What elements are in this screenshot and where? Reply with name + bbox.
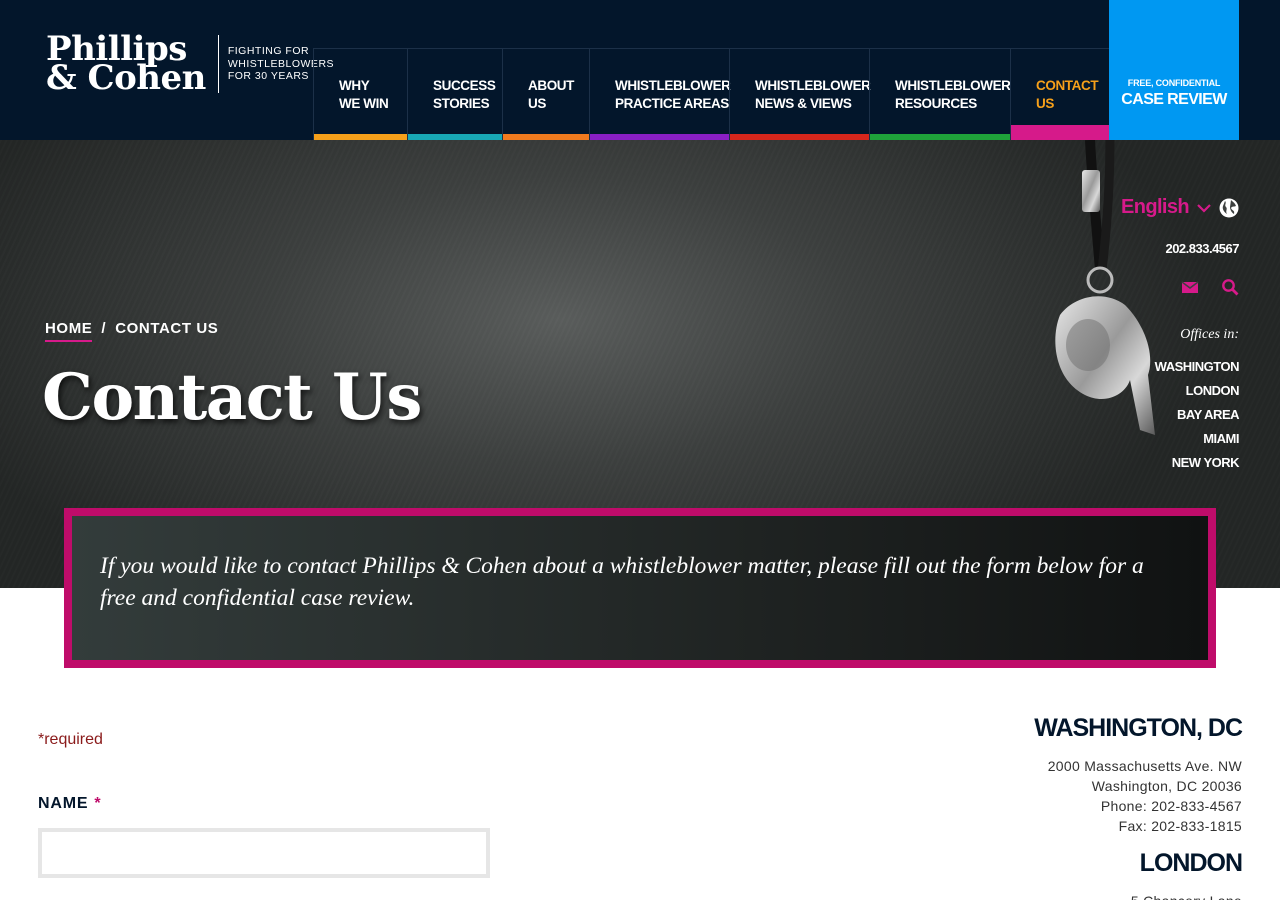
nav-color-bar — [1011, 125, 1109, 140]
intro-callout: If you would like to contact Phillips & … — [64, 508, 1216, 668]
office-address-line: 2000 Massachusetts Ave. NW — [1047, 758, 1242, 774]
nav-item-news-views[interactable]: WHISTLEBLOWER NEWS & VIEWS — [729, 48, 871, 140]
page-title: Contact Us — [42, 360, 422, 435]
office-address-washington: WASHINGTON, DC 2000 Massachusetts Ave. N… — [1034, 714, 1243, 836]
office-phone[interactable]: Phone: 202-833-4567 — [1034, 796, 1242, 816]
breadcrumb-separator: / — [101, 320, 107, 337]
office-link-miami[interactable]: MIAMI — [1155, 427, 1239, 451]
nav-label-line1: SUCCESS — [433, 78, 496, 93]
nav-label-line2: US — [528, 96, 546, 111]
nav-label-line1: WHY — [339, 78, 370, 93]
main-nav: WHY WE WIN SUCCESS STORIES ABOUT US WHIS… — [313, 48, 1109, 140]
name-label-text: NAME — [38, 795, 89, 812]
nav-item-success-stories[interactable]: SUCCESS STORIES — [407, 48, 502, 140]
nav-label-line1: ABOUT — [528, 78, 574, 93]
nav-label-line2: STORIES — [433, 96, 490, 111]
nav-item-resources[interactable]: WHISTLEBLOWER RESOURCES — [869, 48, 1011, 140]
office-link-london[interactable]: LONDON — [1155, 379, 1240, 403]
nav-label-line1: WHISTLEBLOWER — [615, 78, 731, 93]
offices-list: WASHINGTON LONDON BAY AREA MIAMI NEW YOR… — [1155, 355, 1240, 475]
name-input[interactable] — [38, 828, 490, 878]
search-icon[interactable] — [1221, 278, 1239, 296]
intro-callout-inner: If you would like to contact Phillips & … — [72, 516, 1208, 660]
logo-divider — [217, 35, 219, 93]
required-note: *required — [38, 731, 103, 748]
office-heading: WASHINGTON, DC — [1034, 714, 1243, 742]
site-header: Phillips & Cohen FIGHTING FOR WHISTLEBLO… — [0, 0, 1280, 140]
logo-name-line2: & Cohen — [46, 58, 206, 98]
office-link-washington[interactable]: WASHINGTON — [1155, 355, 1240, 379]
chevron-down-icon — [1197, 200, 1211, 216]
breadcrumb-current: CONTACT US — [115, 320, 219, 337]
site-logo[interactable]: Phillips & Cohen FIGHTING FOR WHISTLEBLO… — [46, 32, 334, 98]
case-review-small-label: FREE, CONFIDENTIAL — [1127, 78, 1221, 88]
offices-title: Offices in: — [1180, 327, 1239, 342]
case-review-button[interactable]: FREE, CONFIDENTIAL CASE REVIEW — [1109, 0, 1239, 140]
intro-callout-text: If you would like to contact Phillips & … — [100, 553, 1144, 611]
globe-icon — [1219, 198, 1239, 217]
nav-item-about-us[interactable]: ABOUT US — [502, 48, 589, 140]
nav-label-line2: PRACTICE AREAS — [615, 96, 729, 111]
office-address-line: 5 Chancery Lane — [1131, 891, 1242, 900]
nav-label-line2: NEWS & VIEWS — [755, 96, 852, 111]
logo-wordmark: Phillips & Cohen — [46, 32, 206, 98]
hero-utility-icons — [1181, 278, 1239, 296]
case-review-big-label: CASE REVIEW — [1121, 91, 1227, 108]
breadcrumb: HOME / CONTACT US — [45, 320, 218, 342]
nav-item-practice-areas[interactable]: WHISTLEBLOWER PRACTICE AREAS — [589, 48, 731, 140]
breadcrumb-home-link[interactable]: HOME — [45, 320, 93, 342]
office-fax: Fax: 202-833-1815 — [1118, 818, 1242, 834]
nav-label-line1: CONTACT — [1036, 78, 1099, 93]
name-field-label: NAME * — [38, 795, 101, 813]
office-link-new-york[interactable]: NEW YORK — [1155, 451, 1240, 475]
header-phone-link[interactable]: 202.833.4567 — [1165, 241, 1239, 256]
nav-label-line1: WHISTLEBLOWER — [755, 78, 871, 93]
nav-label-line2: WE WIN — [339, 96, 389, 111]
nav-item-contact-us[interactable]: CONTACT US — [1010, 48, 1109, 140]
nav-label-line1: WHISTLEBLOWER — [895, 78, 1011, 93]
office-link-bay-area[interactable]: BAY AREA — [1155, 403, 1239, 427]
nav-label-line2: RESOURCES — [895, 96, 977, 111]
envelope-icon[interactable] — [1181, 278, 1199, 296]
nav-label-line2: US — [1036, 96, 1054, 111]
whistle-image — [1055, 140, 1155, 435]
nav-item-why-we-win[interactable]: WHY WE WIN — [313, 48, 407, 140]
language-selector[interactable]: English — [1121, 196, 1239, 219]
office-address-line: Washington, DC 20036 — [1091, 778, 1242, 794]
language-label: English — [1120, 196, 1190, 218]
office-heading: LONDON — [1139, 849, 1243, 877]
required-asterisk: * — [94, 795, 102, 812]
office-address-london: LONDON 5 Chancery Lane — [1131, 849, 1243, 900]
